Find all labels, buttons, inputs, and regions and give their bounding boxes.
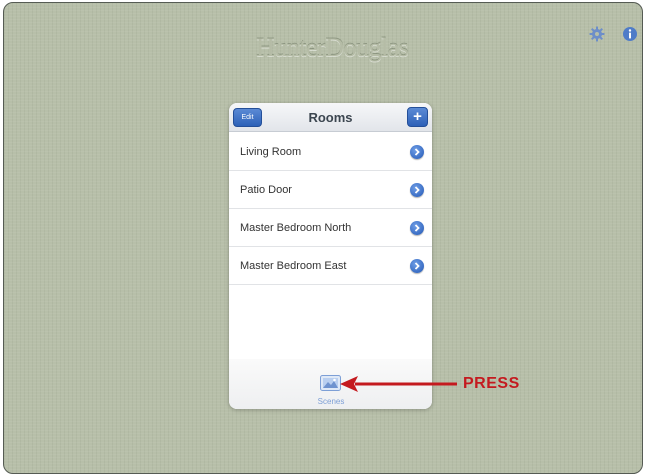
- list-item[interactable]: Master Bedroom East: [229, 247, 432, 285]
- detail-disclosure-icon[interactable]: [410, 145, 424, 159]
- annotation-arrow-icon: [340, 376, 457, 392]
- page-title: Rooms: [308, 110, 353, 125]
- list-item[interactable]: Living Room: [229, 133, 432, 171]
- app-screen: HunterDouglas Edit Rooms + Living Room P…: [3, 2, 643, 474]
- edit-button[interactable]: Edit: [233, 108, 262, 127]
- scenes-icon: [320, 375, 341, 391]
- brand-logo: HunterDouglas: [256, 33, 409, 62]
- annotation-label: PRESS: [463, 375, 520, 392]
- rooms-list: Living Room Patio Door Master Bedroom No…: [229, 133, 432, 285]
- rooms-header: Edit Rooms +: [229, 103, 432, 132]
- list-item-label: Patio Door: [240, 184, 292, 196]
- tab-scenes-label: Scenes: [317, 397, 345, 406]
- detail-disclosure-icon[interactable]: [410, 259, 424, 273]
- detail-disclosure-icon[interactable]: [410, 183, 424, 197]
- list-item-label: Master Bedroom North: [240, 222, 352, 234]
- gear-icon[interactable]: [588, 25, 606, 43]
- list-item-label: Master Bedroom East: [240, 260, 347, 272]
- info-icon[interactable]: [621, 25, 639, 43]
- detail-disclosure-icon[interactable]: [410, 221, 424, 235]
- add-room-button[interactable]: +: [407, 107, 428, 127]
- list-item[interactable]: Master Bedroom North: [229, 209, 432, 247]
- rooms-panel: Edit Rooms + Living Room Patio Door Mast…: [229, 103, 432, 409]
- list-item-label: Living Room: [240, 146, 302, 158]
- list-item[interactable]: Patio Door: [229, 171, 432, 209]
